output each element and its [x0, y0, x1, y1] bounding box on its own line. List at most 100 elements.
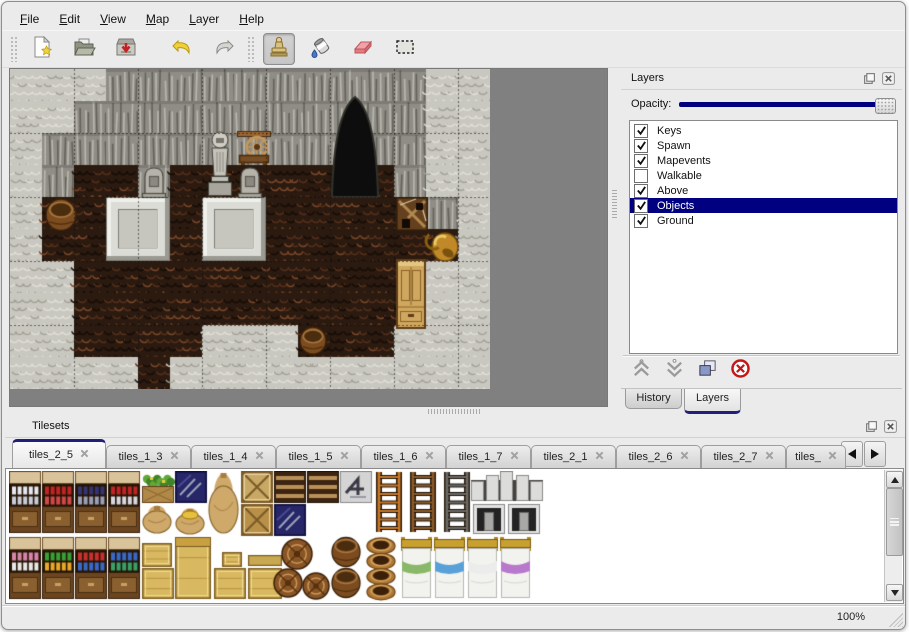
- tileset-tab-tiles_2_6[interactable]: tiles_2_6: [616, 445, 701, 468]
- duplicate-layer-button[interactable]: [695, 359, 719, 383]
- tileset-canvas[interactable]: [9, 471, 549, 603]
- fill-button[interactable]: [305, 33, 337, 65]
- layer-checkbox[interactable]: [634, 199, 648, 213]
- layer-checkbox[interactable]: [634, 184, 648, 198]
- float-panel-icon[interactable]: [863, 72, 876, 85]
- map-canvas[interactable]: [10, 69, 490, 389]
- menu-view[interactable]: View: [90, 9, 136, 29]
- layer-row-spawn[interactable]: Spawn: [630, 138, 897, 153]
- lower-layer-button[interactable]: [662, 359, 686, 383]
- scroll-down-icon[interactable]: [886, 584, 903, 601]
- eraser-button[interactable]: [347, 33, 379, 65]
- layer-row-ground[interactable]: Ground: [630, 213, 897, 228]
- tab-history[interactable]: History: [625, 389, 682, 409]
- close-panel-icon[interactable]: [882, 72, 895, 85]
- select-button[interactable]: [389, 33, 421, 65]
- tab-close-icon[interactable]: [255, 451, 264, 463]
- toolbar-grip[interactable]: [247, 36, 254, 62]
- layer-row-keys[interactable]: Keys: [630, 123, 897, 138]
- tab-close-icon[interactable]: [828, 451, 837, 463]
- opacity-slider-handle[interactable]: [875, 98, 896, 114]
- tab-close-icon[interactable]: [340, 451, 349, 463]
- layer-checkbox[interactable]: [634, 139, 648, 153]
- resize-grip[interactable]: [886, 610, 903, 627]
- delete-icon: [730, 358, 751, 384]
- layer-label: Mapevents: [657, 155, 711, 167]
- undo-icon: [170, 35, 194, 64]
- float-panel-icon[interactable]: [865, 420, 878, 433]
- layer-actions: [629, 359, 752, 385]
- fill-icon: [309, 35, 333, 64]
- menu-edit[interactable]: Edit: [49, 9, 90, 29]
- tab-close-icon[interactable]: [510, 451, 519, 463]
- layer-checkbox[interactable]: [634, 124, 648, 138]
- tilesets-dock: Tilesets tiles_2_5tiles_1_3tiles_1_4tile…: [5, 416, 906, 606]
- layer-label: Walkable: [657, 170, 702, 182]
- stamp-button[interactable]: [263, 33, 295, 65]
- vertical-splitter[interactable]: [608, 68, 620, 406]
- raise-icon: [631, 358, 652, 384]
- menu-layer[interactable]: Layer: [179, 9, 229, 29]
- opacity-label: Opacity:: [631, 98, 671, 110]
- tileset-tab-tiles_2_1[interactable]: tiles_2_1: [531, 445, 616, 468]
- layer-label: Objects: [657, 200, 694, 212]
- layer-row-above[interactable]: Above: [630, 183, 897, 198]
- tab-layers[interactable]: Layers: [684, 389, 741, 414]
- redo-button[interactable]: [208, 33, 240, 65]
- layer-label: Ground: [657, 215, 694, 227]
- new-file-button[interactable]: [26, 33, 58, 65]
- menu-help[interactable]: Help: [229, 9, 274, 29]
- undo-button[interactable]: [166, 33, 198, 65]
- opacity-slider[interactable]: [679, 94, 896, 114]
- menu-file[interactable]: File: [10, 9, 49, 29]
- layers-list: KeysSpawn Mapevents WalkableAbove Objects Gr…: [629, 120, 898, 354]
- dock-tab-bar: History Layers: [621, 388, 902, 415]
- tab-close-icon[interactable]: [595, 451, 604, 463]
- tileset-tab-tiles_2_5[interactable]: tiles_2_5: [12, 439, 106, 468]
- tab-close-icon[interactable]: [170, 451, 179, 463]
- open-button[interactable]: [68, 33, 100, 65]
- splitter-grip: [612, 190, 617, 220]
- layer-checkbox[interactable]: [634, 214, 648, 228]
- tab-label: tiles_2_6: [628, 451, 672, 463]
- scroll-up-icon[interactable]: [886, 471, 903, 488]
- save-button[interactable]: [110, 33, 142, 65]
- layer-checkbox[interactable]: [634, 169, 648, 183]
- splitter-grip: [428, 409, 480, 414]
- tileset-tab-tiles[interactable]: tiles_: [786, 445, 846, 468]
- menu-map[interactable]: Map: [136, 9, 179, 29]
- layers-dock-titlebar: Layers: [621, 68, 902, 90]
- tab-label: tiles_1_5: [288, 451, 332, 463]
- toolbar-grip[interactable]: [10, 36, 17, 62]
- menubar: FileEditViewMapLayerHelp: [4, 8, 903, 30]
- scrollbar-thumb[interactable]: [886, 488, 903, 556]
- tilesets-dock-title: Tilesets: [32, 420, 70, 432]
- raise-layer-button[interactable]: [629, 359, 653, 383]
- tileset-tab-bar: tiles_2_5 tiles_1_3 tiles_1_4 tiles_1_5 tile…: [5, 438, 906, 468]
- tab-label: tiles_2_7: [713, 451, 757, 463]
- tab-close-icon[interactable]: [80, 449, 89, 461]
- tab-label: Layers: [696, 392, 729, 404]
- tileset-tab-tiles_1_4[interactable]: tiles_1_4: [191, 445, 276, 468]
- tab-label: tiles_: [795, 451, 821, 463]
- duplicate-icon: [697, 358, 718, 384]
- tab-scroll-right-button[interactable]: [864, 441, 886, 467]
- tab-close-icon[interactable]: [765, 451, 774, 463]
- delete-layer-button[interactable]: [728, 359, 752, 383]
- tileset-content: [5, 468, 904, 604]
- tileset-tab-tiles_1_7[interactable]: tiles_1_7: [446, 445, 531, 468]
- layer-checkbox[interactable]: [634, 154, 648, 168]
- separator: [623, 355, 900, 356]
- tab-close-icon[interactable]: [425, 451, 434, 463]
- tileset-tab-tiles_1_6[interactable]: tiles_1_6: [361, 445, 446, 468]
- tileset-scrollbar[interactable]: [884, 470, 902, 602]
- layer-row-walkable[interactable]: Walkable: [630, 168, 897, 183]
- layer-row-mapevents[interactable]: Mapevents: [630, 153, 897, 168]
- tileset-tab-tiles_1_3[interactable]: tiles_1_3: [106, 445, 191, 468]
- tileset-tab-tiles_2_7[interactable]: tiles_2_7: [701, 445, 786, 468]
- close-panel-icon[interactable]: [884, 420, 897, 433]
- tab-label: tiles_1_3: [118, 451, 162, 463]
- layer-row-objects[interactable]: Objects: [630, 198, 897, 213]
- tileset-tab-tiles_1_5[interactable]: tiles_1_5: [276, 445, 361, 468]
- tab-close-icon[interactable]: [680, 451, 689, 463]
